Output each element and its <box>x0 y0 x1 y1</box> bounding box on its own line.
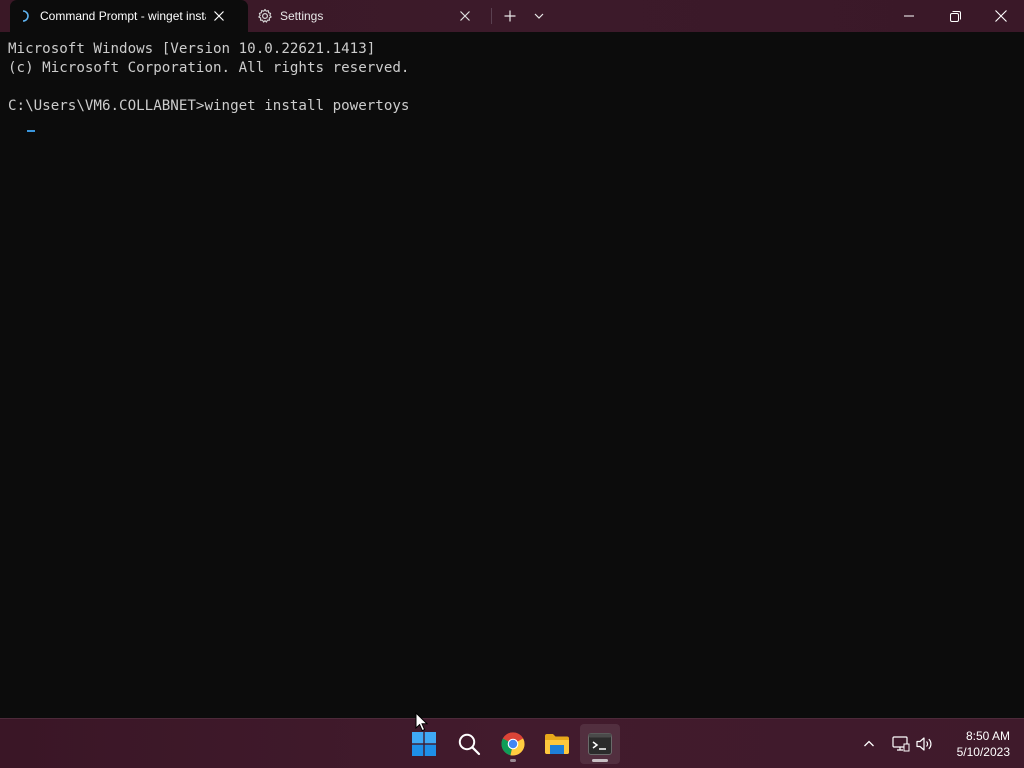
terminal-progress-icon <box>10 0 40 32</box>
terminal-icon <box>588 733 612 755</box>
title-bar: Command Prompt - winget install powertoy… <box>0 0 1024 32</box>
minimize-icon <box>904 15 914 17</box>
tab-title: Settings <box>280 9 324 23</box>
show-hidden-icons-button[interactable] <box>858 733 880 755</box>
restore-button[interactable] <box>932 0 978 32</box>
taskbar: 8:50 AM 5/10/2023 <box>0 718 1024 768</box>
terminal-line: Microsoft Windows [Version 10.0.22621.14… <box>8 41 376 57</box>
terminal-prompt-line: C:\Users\VM6.COLLABNET>winget install po… <box>8 98 410 114</box>
chrome-icon <box>501 732 525 756</box>
tab-divider <box>491 8 492 24</box>
folder-icon <box>545 734 569 754</box>
tab-close-button[interactable] <box>206 3 232 29</box>
taskbar-app-chrome[interactable] <box>493 724 533 764</box>
terminal-output[interactable]: Microsoft Windows [Version 10.0.22621.14… <box>0 32 1024 718</box>
tab-command-prompt[interactable]: Command Prompt - winget install powertoy… <box>10 0 248 32</box>
close-window-button[interactable] <box>978 0 1024 32</box>
search-button[interactable] <box>449 724 489 764</box>
windows-logo-icon <box>412 732 436 756</box>
text-cursor <box>27 130 35 132</box>
clock-time: 8:50 AM <box>965 729 1010 743</box>
cursor-line <box>8 116 1024 135</box>
clock-date: 5/10/2023 <box>956 745 1010 759</box>
terminal-line: (c) Microsoft Corporation. All rights re… <box>8 60 410 76</box>
gear-icon <box>250 0 280 32</box>
clock[interactable]: 8:50 AM 5/10/2023 <box>944 728 1010 760</box>
tab-close-button[interactable] <box>452 3 478 29</box>
tab-settings[interactable]: Settings <box>250 0 482 32</box>
minimize-button[interactable] <box>886 0 932 32</box>
network-status[interactable] <box>890 733 912 755</box>
chevron-down-icon <box>534 13 544 19</box>
taskbar-app-file-explorer[interactable] <box>537 724 577 764</box>
search-icon <box>458 733 481 756</box>
plus-icon <box>504 10 516 22</box>
new-tab-button[interactable] <box>496 3 524 29</box>
volume-control[interactable] <box>914 733 936 755</box>
restore-icon <box>949 10 961 22</box>
close-icon <box>460 11 470 21</box>
active-indicator <box>592 759 608 762</box>
mouse-pointer-icon <box>415 712 429 732</box>
chevron-up-icon <box>864 740 874 747</box>
running-indicator <box>510 759 516 762</box>
tab-title: Command Prompt - winget install powertoy… <box>40 9 206 23</box>
taskbar-app-terminal[interactable] <box>580 724 620 764</box>
close-icon <box>214 11 224 21</box>
volume-icon <box>916 737 932 751</box>
close-icon <box>995 10 1007 22</box>
network-icon <box>892 736 910 752</box>
tab-dropdown-button[interactable] <box>525 3 553 29</box>
